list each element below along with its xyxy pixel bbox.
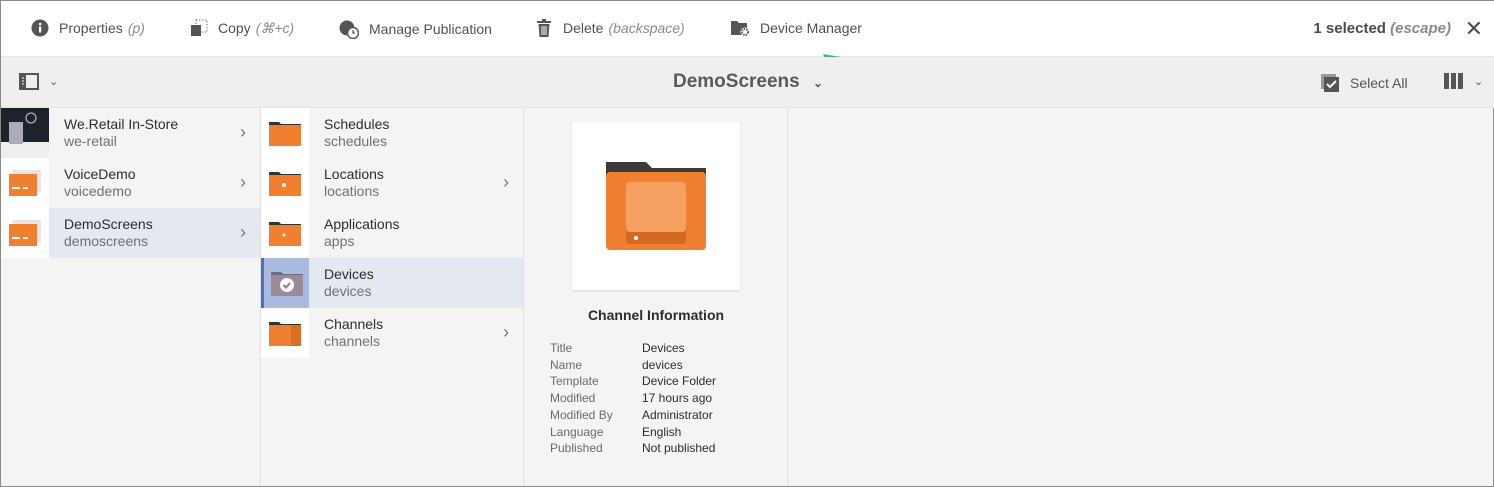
item-title: Schedules [324,116,390,132]
meta-value: devices [642,357,683,372]
item-title: Devices [324,266,374,282]
item-name: locations [324,183,380,199]
column-folders: Schedules schedules Locations locations › … [261,108,524,486]
meta-key: Template [550,374,599,389]
title-label: DemoScreens [673,71,800,92]
column-sites: We.Retail In-Store we-retail › VoiceDemo v… [1,108,261,486]
trash-icon [537,19,551,37]
list-item[interactable]: Locations locations › [261,158,523,208]
close-selection-icon[interactable]: ✕ [1465,16,1483,42]
meta-value: 17 hours ago [642,391,713,406]
page-title[interactable]: DemoScreens ⌄ [673,71,823,93]
channel-info-table: Title Devices Name devices Template Device … [550,340,716,457]
chevron-down-icon: ⌄ [49,76,59,88]
delete-hint: (backspace) [608,20,685,36]
device-manager-button[interactable]: Device Manager [730,19,862,37]
meta-key: Modified By [550,407,613,422]
list-item[interactable]: Schedules schedules [261,108,523,158]
chevron-right-icon[interactable]: › [240,122,246,143]
selected-count-label: 1 selected [1313,20,1386,37]
list-item[interactable]: Applications apps [261,208,523,258]
checkbox-icon [1321,74,1339,92]
chevron-down-icon: ⌄ [813,76,824,90]
copy-icon [191,19,208,36]
item-name: devices [324,283,372,299]
chevron-right-icon[interactable]: › [240,222,246,243]
item-name: we-retail [64,133,117,149]
list-item-selected[interactable]: Devices devices [261,258,523,308]
thumbnail-image [1,108,49,158]
meta-key: Title [550,341,573,355]
action-bar: Properties (p) Copy (⌘+c) Manage Publicati… [1,1,1494,57]
item-title: VoiceDemo [64,166,136,182]
device-manager-label: Device Manager [760,20,862,36]
site-thumbnail-icon [1,208,49,258]
item-name: voicedemo [64,183,132,199]
item-name: schedules [324,133,388,149]
meta-key: Language [550,424,604,439]
meta-key: Name [550,357,583,372]
info-icon [31,19,49,37]
folder-gear-icon [731,21,750,37]
manage-publication-button[interactable]: Manage Publication [339,19,492,39]
list-item[interactable]: Channels channels › [261,308,523,358]
applications-folder-icon [261,208,309,258]
locations-folder-icon [261,158,309,208]
meta-value: English [642,424,682,439]
delete-label: Delete [563,20,604,36]
copy-button[interactable]: Copy (⌘+c) [190,19,294,37]
item-title: We.Retail In-Store [64,116,179,132]
meta-value: Not published [642,441,716,456]
list-item-selected[interactable]: DemoScreens demoscreens › [1,208,260,258]
meta-value: Administrator [642,407,713,422]
chevron-right-icon[interactable]: › [503,172,509,193]
item-title: DemoScreens [64,216,153,232]
preview-card [572,122,740,290]
chevron-right-icon[interactable]: › [240,172,246,193]
item-name: demoscreens [64,233,149,249]
chevron-right-icon[interactable]: › [503,322,509,343]
copy-hint: (⌘+c) [255,19,295,36]
properties-button[interactable]: Properties (p) [31,19,145,37]
manage-publication-label: Manage Publication [369,21,492,37]
devices-folder-checked-icon [261,258,309,308]
select-all-button[interactable]: Select All [1321,74,1408,92]
copy-label: Copy [218,20,251,36]
item-title: Locations [324,166,384,182]
view-switcher[interactable]: ⌄ [1444,72,1483,90]
site-thumbnail-icon [1,158,49,208]
item-title: Applications [324,216,400,232]
list-item[interactable]: VoiceDemo voicedemo › [1,158,260,208]
item-name: channels [324,333,381,349]
device-folder-icon [606,162,706,250]
schedules-folder-icon [261,108,309,158]
rail-toggle-button[interactable]: ⌄ [19,73,58,90]
item-title: Channels [324,316,384,332]
meta-value: Devices [642,341,685,355]
delete-button[interactable]: Delete (backspace) [535,19,685,37]
escape-hint: (escape) [1390,20,1451,37]
properties-label: Properties [59,20,123,36]
selection-count: 1 selected (escape) [1313,20,1451,37]
sidebar-icon [19,73,39,90]
select-all-label: Select All [1350,75,1408,91]
column-view-icon [1444,73,1463,89]
item-name: apps [324,233,355,249]
meta-key: Modified [550,391,596,406]
list-item[interactable]: We.Retail In-Store we-retail › [1,108,260,158]
meta-value: Device Folder [642,374,717,389]
meta-key: Published [550,441,603,456]
channels-folder-icon [261,308,309,358]
header-bar: ⌄ DemoScreens ⌄ Select All ⌄ [1,57,1494,108]
chevron-down-icon: ⌄ [1474,75,1484,88]
channel-info-heading: Channel Information [587,307,725,323]
globe-clock-icon [339,20,359,39]
properties-hint: (p) [127,20,145,36]
